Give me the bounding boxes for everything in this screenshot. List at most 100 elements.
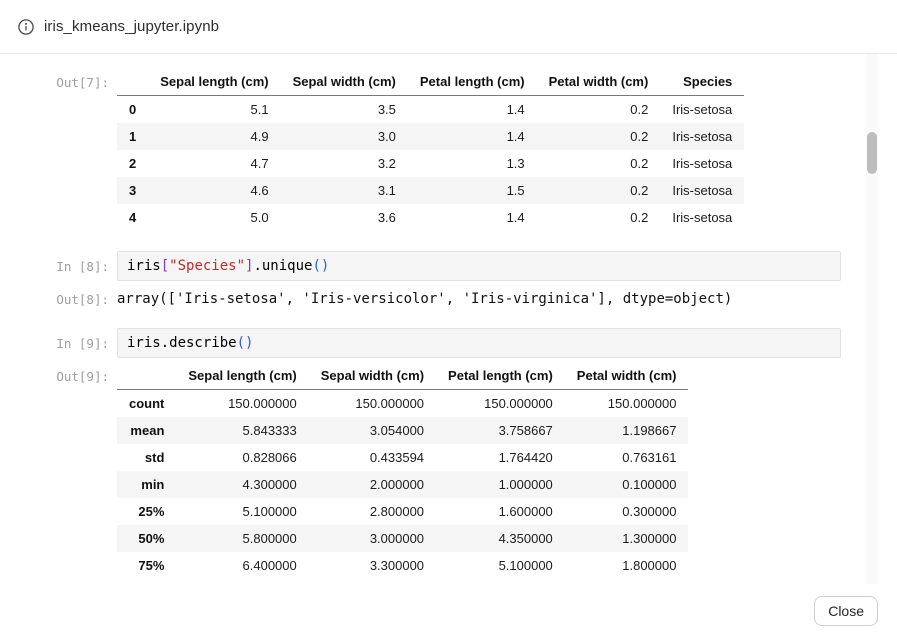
close-button[interactable]: Close <box>814 596 878 626</box>
table-cell: Iris-setosa <box>660 177 744 204</box>
table-cell: 6.400000 <box>176 552 308 579</box>
dataframe-head-table: Sepal length (cm)Sepal width (cm)Petal l… <box>117 68 744 231</box>
table-cell: Iris-setosa <box>660 204 744 231</box>
column-header: Sepal width (cm) <box>281 68 408 96</box>
row-index: 3 <box>117 177 148 204</box>
output-array-text: array(['Iris-setosa', 'Iris-versicolor',… <box>117 289 841 308</box>
row-index: std <box>117 444 176 471</box>
table-cell: 2.000000 <box>309 471 436 498</box>
table-cell: 1.000000 <box>436 471 565 498</box>
table-cell: 0.2 <box>537 96 661 124</box>
code-token-plain: iris <box>127 258 161 274</box>
row-index: 50% <box>117 525 176 552</box>
code-token-bracket: [ <box>161 258 169 274</box>
table-cell: 4.9 <box>148 123 280 150</box>
table-row: 25%5.1000002.8000001.6000000.300000 <box>117 498 688 525</box>
table-cell: 4.350000 <box>436 525 565 552</box>
table-cell: 3.758667 <box>436 417 565 444</box>
column-header: Petal length (cm) <box>408 68 537 96</box>
table-cell: 3.1 <box>281 177 408 204</box>
dialog-footer: Close <box>0 584 897 643</box>
notebook-cell-out9: Out[9]: Sepal length (cm)Sepal width (cm… <box>0 362 841 579</box>
table-cell: 1.800000 <box>565 552 689 579</box>
table-cell: 1.300000 <box>565 525 689 552</box>
table-cell: 0.300000 <box>565 498 689 525</box>
code-token-paren: () <box>237 335 254 351</box>
row-index: 2 <box>117 150 148 177</box>
table-cell: 1.5 <box>408 177 537 204</box>
table-cell: 0.2 <box>537 150 661 177</box>
cell-label-out9: Out[9]: <box>0 362 117 384</box>
code-token-plain: .unique <box>253 258 312 274</box>
row-index: 1 <box>117 123 148 150</box>
column-header: Species <box>660 68 744 96</box>
table-cell: 150.000000 <box>565 390 689 418</box>
table-cell: 1.764420 <box>436 444 565 471</box>
row-index: 0 <box>117 96 148 124</box>
vertical-scrollbar[interactable] <box>866 54 878 584</box>
table-cell: Iris-setosa <box>660 123 744 150</box>
column-header: Sepal length (cm) <box>148 68 280 96</box>
notebook-preview-area: Out[7]: Sepal length (cm)Sepal width (cm… <box>0 54 897 584</box>
row-index: 25% <box>117 498 176 525</box>
table-cell: 0.2 <box>537 123 661 150</box>
cell-label-in8: In [8]: <box>0 251 117 274</box>
column-header: Petal width (cm) <box>565 362 689 390</box>
table-cell: 0.433594 <box>309 444 436 471</box>
table-cell: 4.300000 <box>176 471 308 498</box>
column-header: Petal width (cm) <box>537 68 661 96</box>
cell-label-out8: Out[8]: <box>0 289 117 307</box>
table-cell: 3.0 <box>281 123 408 150</box>
table-cell: 4.7 <box>148 150 280 177</box>
table-row: std0.8280660.4335941.7644200.763161 <box>117 444 688 471</box>
table-cell: 1.4 <box>408 123 537 150</box>
table-cell: 150.000000 <box>309 390 436 418</box>
table-cell: Iris-setosa <box>660 150 744 177</box>
table-cell: 5.800000 <box>176 525 308 552</box>
table-cell: 3.5 <box>281 96 408 124</box>
table-cell: 1.3 <box>408 150 537 177</box>
table-cell: 3.300000 <box>309 552 436 579</box>
table-cell: 4.6 <box>148 177 280 204</box>
cell-label-in9: In [9]: <box>0 328 117 351</box>
table-cell: 150.000000 <box>436 390 565 418</box>
table-cell: 5.100000 <box>436 552 565 579</box>
table-row: 45.03.61.40.2Iris-setosa <box>117 204 744 231</box>
dataframe-describe-table: Sepal length (cm)Sepal width (cm)Petal l… <box>117 362 688 579</box>
row-index: min <box>117 471 176 498</box>
table-cell: 5.100000 <box>176 498 308 525</box>
column-header: Sepal width (cm) <box>309 362 436 390</box>
column-header: Petal length (cm) <box>436 362 565 390</box>
notebook-cell-out7: Out[7]: Sepal length (cm)Sepal width (cm… <box>0 68 841 231</box>
table-cell: 2.800000 <box>309 498 436 525</box>
notebook-cell-in9: In [9]: iris.describe() <box>0 328 841 358</box>
table-cell: 0.2 <box>537 204 661 231</box>
row-index: count <box>117 390 176 418</box>
code-input-unique: iris["Species"].unique() <box>117 251 841 281</box>
row-index: 75% <box>117 552 176 579</box>
table-cell: 3.6 <box>281 204 408 231</box>
table-row: 05.13.51.40.2Iris-setosa <box>117 96 744 124</box>
table-cell: 0.2 <box>537 177 661 204</box>
row-index: 4 <box>117 204 148 231</box>
table-cell: 3.000000 <box>309 525 436 552</box>
code-token-paren: () <box>312 258 329 274</box>
table-row: 75%6.4000003.3000005.1000001.800000 <box>117 552 688 579</box>
table-cell: 1.4 <box>408 96 537 124</box>
column-header <box>117 68 148 96</box>
scrollbar-thumb[interactable] <box>867 132 877 174</box>
table-cell: 0.763161 <box>565 444 689 471</box>
column-header: Sepal length (cm) <box>176 362 308 390</box>
dialog-header: iris_kmeans_jupyter.ipynb <box>0 0 897 54</box>
table-cell: 1.198667 <box>565 417 689 444</box>
column-header <box>117 362 176 390</box>
cell-label-out7: Out[7]: <box>0 68 117 90</box>
table-cell: 5.1 <box>148 96 280 124</box>
table-cell: 1.4 <box>408 204 537 231</box>
code-input-describe: iris.describe() <box>117 328 841 358</box>
table-cell: 0.828066 <box>176 444 308 471</box>
table-row: 14.93.01.40.2Iris-setosa <box>117 123 744 150</box>
table-cell: 5.0 <box>148 204 280 231</box>
table-cell: 1.600000 <box>436 498 565 525</box>
table-row: 34.63.11.50.2Iris-setosa <box>117 177 744 204</box>
